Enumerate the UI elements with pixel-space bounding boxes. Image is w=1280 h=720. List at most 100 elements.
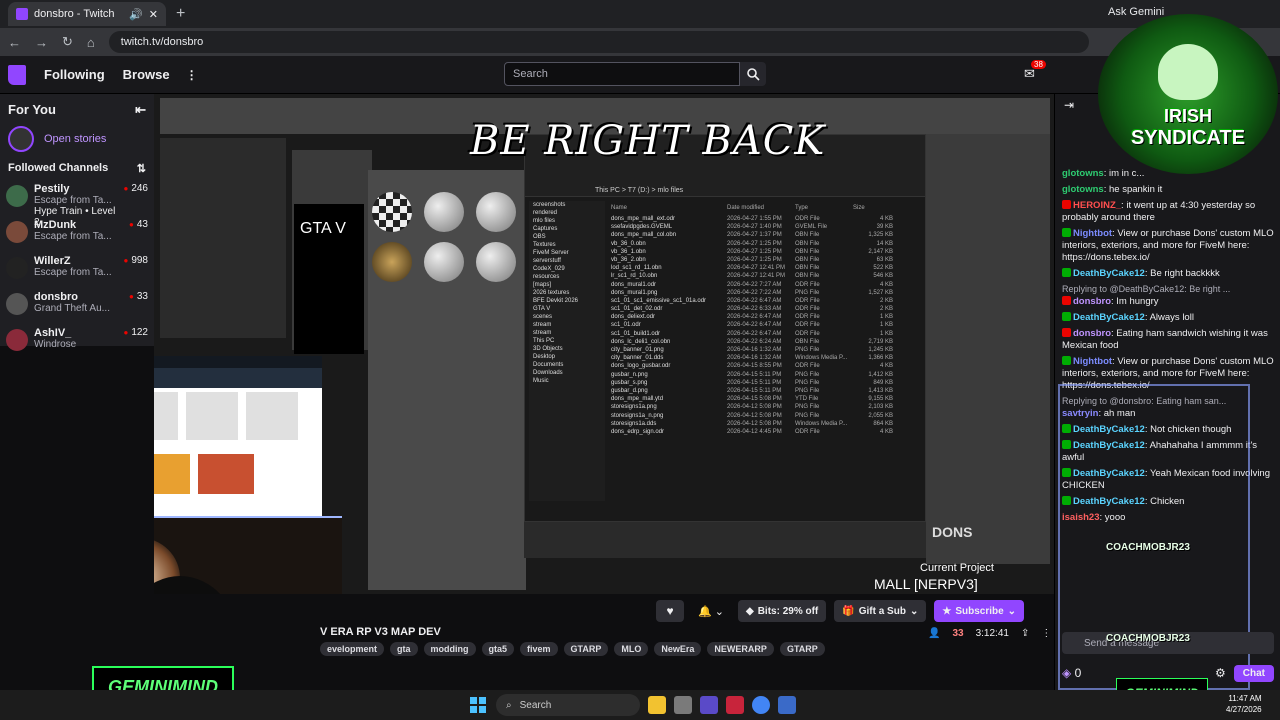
stream-video[interactable]: GTA V This PC > T7 (D:) > mlo files scre…: [154, 94, 1054, 594]
explorer-file-row[interactable]: storesigns1a_n.png 2026-04-12 5:08 PM PNG …: [611, 412, 923, 420]
explorer-file-row[interactable]: dons_mpe_mall_ext.odr 2026-04-27 1:55 PM O…: [611, 215, 923, 223]
explorer-file-row[interactable]: dons_edrp_sign.odr 2026-04-12 4:45 PM ODR …: [611, 428, 923, 436]
chat-settings-icon[interactable]: ⚙: [1215, 666, 1226, 680]
collapse-sidebar-icon[interactable]: ⇤: [135, 102, 146, 118]
browse-link[interactable]: Browse: [123, 67, 170, 82]
explorer-file-row[interactable]: gusbar_d.png 2026-04-15 5:11 PM PNG File 1,…: [611, 387, 923, 395]
explorer-file-row[interactable]: dons_lc_deli1_col.obn 2026-04-22 6:24 AM O…: [611, 338, 923, 346]
chat-username[interactable]: donsbro: [1073, 328, 1111, 339]
explorer-nav-item[interactable]: scenes: [529, 313, 605, 321]
explorer-nav-item[interactable]: mlo files: [529, 217, 605, 225]
explorer-nav-item[interactable]: Captures: [529, 225, 605, 233]
chat-username[interactable]: Nightbot: [1073, 356, 1112, 367]
explorer-file-row[interactable]: ssefavidpgdes.GVEML 2026-04-27 1:40 PM GVE…: [611, 223, 923, 231]
home-icon[interactable]: ⌂: [87, 35, 95, 50]
stream-tag[interactable]: fivem: [520, 642, 558, 656]
stream-tag[interactable]: modding: [423, 642, 476, 656]
explorer-nav-item[interactable]: OBS: [529, 233, 605, 241]
explorer-file-row[interactable]: dons_mpe_mall_col.obn 2026-04-27 1:37 PM O…: [611, 231, 923, 239]
sidebar-channel-willerz[interactable]: WillerZEscape from Ta... 998: [0, 251, 154, 287]
explorer-nav-item[interactable]: resources: [529, 273, 605, 281]
explorer-file-row[interactable]: gusbar_n.png 2026-04-15 5:11 PM PNG File 1,…: [611, 371, 923, 379]
explorer-nav-item[interactable]: stream: [529, 329, 605, 337]
chat-username[interactable]: glotowns: [1062, 168, 1104, 179]
follow-button[interactable]: ♥: [656, 600, 684, 622]
explorer-nav-item[interactable]: 2026 textures: [529, 289, 605, 297]
chat-username[interactable]: HEROINZ_: [1073, 200, 1121, 211]
stream-tag[interactable]: evelopment: [320, 642, 385, 656]
browser-tab[interactable]: donsbro - Twitch 🔊 ✕: [8, 2, 166, 26]
forward-icon[interactable]: →: [35, 35, 48, 50]
bits-button[interactable]: ◆ Bits: 29% off: [738, 600, 827, 622]
chat-username[interactable]: DeathByCake12: [1073, 312, 1145, 323]
stream-tag[interactable]: MLO: [614, 642, 649, 656]
stream-tag[interactable]: NewEra: [654, 642, 702, 656]
more-options-icon[interactable]: ⋮: [1041, 628, 1051, 639]
explorer-nav-item[interactable]: rendered: [529, 209, 605, 217]
explorer-file-row[interactable]: lod_sc1_rd_11.obn 2026-04-27 12:41 PM OBN …: [611, 264, 923, 272]
explorer-file-row[interactable]: storesigns1a.png 2026-04-12 5:08 PM PNG Fi…: [611, 403, 923, 411]
share-icon[interactable]: ⇪: [1021, 628, 1029, 639]
stream-tag[interactable]: NEWERARP: [707, 642, 774, 656]
chat-reply-context[interactable]: Replying to @DeathByCake12: Be right ...: [1062, 284, 1276, 294]
explorer-file-row[interactable]: dons_mpe_mall.ytd 2026-04-15 5:08 PM YTD F…: [611, 395, 923, 403]
sidebar-channel-ashiv[interactable]: AshIV_Windrose 122: [0, 323, 154, 359]
chat-send-button[interactable]: Chat: [1233, 664, 1274, 682]
explorer-nav-item[interactable]: Textures: [529, 241, 605, 249]
explorer-column-header[interactable]: Date modified: [727, 205, 795, 215]
explorer-nav-item[interactable]: Desktop: [529, 353, 605, 361]
explorer-file-row[interactable]: dons_mural1.png 2026-04-22 7:22 AM PNG Fil…: [611, 289, 923, 297]
search-button[interactable]: [740, 62, 766, 86]
sidebar-channel-pestily[interactable]: Pestily Escape from Ta... Hype Train • Lev…: [0, 179, 154, 228]
taskbar-clock[interactable]: 11:47 AM 4/27/2026: [1226, 693, 1262, 715]
stream-tag[interactable]: gta5: [481, 642, 515, 656]
reload-icon[interactable]: ↻: [62, 34, 73, 50]
windows-start-icon[interactable]: [470, 697, 486, 713]
explorer-column-header[interactable]: Type: [795, 205, 853, 215]
explorer-nav-item[interactable]: BFE Devkit 2026: [529, 297, 605, 305]
explorer-nav-item[interactable]: 3D Objects: [529, 345, 605, 353]
explorer-file-row[interactable]: lr_sc1_rd_10.obn 2026-04-27 12:41 PM OBN F…: [611, 272, 923, 280]
chat-username[interactable]: Nightbot: [1073, 228, 1112, 239]
collapse-chat-icon[interactable]: ⇥: [1064, 98, 1074, 112]
autodesk-icon[interactable]: [726, 696, 744, 714]
search-input[interactable]: Search: [504, 62, 740, 86]
explorer-file-row[interactable]: city_banner_01.png 2026-04-16 1:32 AM PNG …: [611, 346, 923, 354]
explorer-nav-item[interactable]: Documents: [529, 361, 605, 369]
explorer-nav-item[interactable]: screenshots: [529, 201, 605, 209]
subscribe-button[interactable]: ★ Subscribe ⌄: [934, 600, 1025, 622]
more-menu-icon[interactable]: ⋮: [186, 68, 198, 82]
taskbar-search[interactable]: ⌕ Search: [496, 694, 640, 716]
explorer-nav-item[interactable]: Music: [529, 377, 605, 385]
explorer-nav-item[interactable]: FiveM Server: [529, 249, 605, 257]
chrome-icon[interactable]: [752, 696, 770, 714]
stream-tag[interactable]: GTARP: [779, 642, 825, 656]
twitch-logo-icon[interactable]: [8, 64, 26, 85]
notifications-bell-button[interactable]: 🔔 ⌄: [692, 600, 730, 622]
stream-tag[interactable]: GTARP: [563, 642, 609, 656]
sidebar-channel-donsbro[interactable]: donsbroGrand Theft Au... 33: [0, 287, 154, 323]
explorer-nav-item[interactable]: CodeX_029: [529, 265, 605, 273]
explorer-file-row[interactable]: dons_deliext.odr 2026-04-22 6:47 AM ODR Fi…: [611, 313, 923, 321]
new-tab-button[interactable]: +: [176, 5, 185, 23]
file-explorer-icon[interactable]: [648, 696, 666, 714]
address-bar[interactable]: twitch.tv/donsbro: [108, 31, 1089, 53]
explorer-file-row[interactable]: sc1_01.odr 2026-04-22 6:47 AM ODR File 1 KB: [611, 321, 923, 329]
explorer-nav-item[interactable]: Downloads: [529, 369, 605, 377]
open-stories-button[interactable]: Open stories: [0, 118, 154, 152]
explorer-nav-item[interactable]: stream: [529, 321, 605, 329]
sidebar-channel-mzdunk[interactable]: MzDunkEscape from Ta... 43: [0, 215, 154, 251]
explorer-file-row[interactable]: gusbar_s.png 2026-04-15 5:11 PM PNG File 84…: [611, 379, 923, 387]
chat-username[interactable]: donsbro: [1073, 296, 1111, 307]
channel-points[interactable]: ◈ 0: [1062, 666, 1081, 680]
apps-grid-icon[interactable]: [700, 696, 718, 714]
explorer-file-row[interactable]: vb_36_2.obn 2026-04-27 1:25 PM OBN File 63 …: [611, 256, 923, 264]
explorer-file-row[interactable]: sc1_01_det_02.odr 2026-04-22 6:33 AM ODR F…: [611, 305, 923, 313]
back-icon[interactable]: ←: [8, 35, 21, 50]
chat-username[interactable]: DeathByCake12: [1073, 268, 1145, 279]
app-icon[interactable]: [778, 696, 796, 714]
gift-sub-button[interactable]: 🎁 Gift a Sub ⌄: [834, 600, 927, 622]
explorer-file-row[interactable]: sc1_01_build1.odr 2026-04-22 6:47 AM ODR F…: [611, 330, 923, 338]
explorer-file-row[interactable]: dons_mural1.odr 2026-04-22 7:27 AM ODR Fil…: [611, 281, 923, 289]
explorer-nav-item[interactable]: serverstuff: [529, 257, 605, 265]
